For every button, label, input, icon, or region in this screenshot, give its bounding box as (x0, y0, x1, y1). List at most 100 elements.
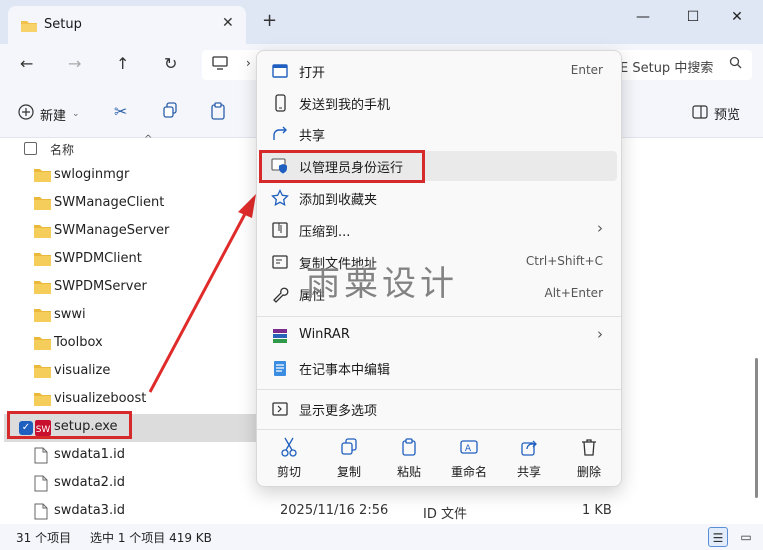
menu-item-label: 打开 (299, 66, 326, 81)
file-name: SWPDMServer (54, 279, 147, 294)
folder-icon (34, 392, 51, 410)
list-item[interactable]: swloginmgr (4, 162, 256, 190)
list-item[interactable]: SWPDMClient (4, 246, 256, 274)
minimize-button[interactable]: — (628, 6, 658, 28)
file-icon (34, 475, 48, 496)
copy-icon[interactable] (162, 102, 178, 122)
action-label: 删除 (576, 465, 601, 479)
maximize-button[interactable]: ☐ (678, 6, 708, 28)
list-item[interactable]: swdata2.id (4, 470, 256, 498)
share-button[interactable]: 共享 (501, 437, 557, 480)
cut-button[interactable]: 剪切 (261, 437, 317, 480)
menu-item-properties[interactable]: 属性 Alt+Enter (261, 279, 617, 309)
cut-icon (261, 437, 317, 459)
folder-icon (34, 364, 51, 382)
address-bar[interactable]: › (202, 50, 262, 80)
new-button[interactable]: 新建 ⌄ (18, 104, 80, 124)
paste-icon[interactable] (210, 102, 226, 124)
tab-close-icon[interactable]: ✕ (222, 15, 234, 31)
refresh-icon[interactable]: ↻ (164, 54, 177, 73)
quick-actions-row: 剪切 复制 粘贴 A 重命名 共享 删除 (257, 433, 621, 485)
file-icon (34, 447, 48, 468)
list-item[interactable]: visualizeboost (4, 386, 256, 414)
chevron-right-icon: › (597, 325, 603, 343)
menu-item-open[interactable]: 打开 Enter (261, 56, 617, 86)
menu-item-label: 添加到收藏夹 (299, 193, 378, 208)
action-label: 复制 (336, 465, 361, 479)
menu-item-edit-notepad[interactable]: 在记事本中编辑 (261, 353, 617, 383)
file-name: SWManageServer (54, 223, 170, 238)
details-view-icon[interactable]: ☰ (708, 527, 728, 547)
search-box[interactable]: E Setup 中搜索 (600, 50, 752, 80)
rename-button[interactable]: A 重命名 (441, 437, 497, 480)
folder-icon (34, 168, 51, 186)
menu-item-shortcut: Enter (570, 63, 603, 77)
file-name: visualize (54, 363, 111, 378)
folder-icon (34, 308, 51, 326)
menu-item-send-to-phone[interactable]: 发送到我的手机 (261, 88, 617, 118)
list-item[interactable]: SWManageClient (4, 190, 256, 218)
paste-button[interactable]: 粘贴 (381, 437, 437, 480)
list-item[interactable]: Toolbox (4, 330, 256, 358)
action-label: 重命名 (450, 465, 487, 479)
share-icon (271, 125, 289, 143)
back-arrow-icon[interactable]: ← (20, 54, 33, 73)
menu-separator (257, 429, 621, 430)
menu-item-shortcut: Ctrl+Shift+C (525, 254, 603, 268)
folder-icon (34, 280, 51, 298)
name-column-header[interactable]: 名称 (50, 141, 74, 158)
menu-item-shortcut: Alt+Enter (544, 286, 603, 300)
new-tab-button[interactable]: + (262, 12, 277, 30)
status-bar: 31 个项目 选中 1 个项目 419 KB ☰ ▭ (0, 524, 763, 550)
search-icon (729, 56, 742, 73)
file-name: visualizeboost (54, 391, 147, 406)
menu-item-label: 复制文件地址 (299, 257, 378, 272)
menu-item-add-favorite[interactable]: 添加到收藏夹 (261, 183, 617, 213)
list-item[interactable]: swdata3.id (4, 498, 256, 526)
tiles-view-icon[interactable]: ▭ (736, 527, 756, 547)
menu-item-label: 显示更多选项 (299, 404, 378, 419)
file-name: SWPDMClient (54, 251, 142, 266)
list-item[interactable]: swwi (4, 302, 256, 330)
preview-button[interactable]: 预览 (692, 104, 740, 123)
menu-item-share[interactable]: 共享 (261, 119, 617, 149)
star-icon (271, 188, 289, 207)
file-name: swdata3.id (54, 503, 125, 518)
forward-arrow-icon[interactable]: → (68, 54, 81, 73)
menu-item-label: 在记事本中编辑 (299, 363, 391, 378)
list-item[interactable]: visualize (4, 358, 256, 386)
copy-icon (321, 437, 377, 459)
menu-item-label: 压缩到... (299, 225, 351, 240)
vertical-scrollbar[interactable] (751, 138, 763, 524)
list-item[interactable]: swdata1.id (4, 442, 256, 470)
trash-icon (561, 437, 617, 459)
list-item[interactable]: SWManageServer (4, 218, 256, 246)
wrench-icon (271, 285, 289, 303)
file-name: swdata1.id (54, 447, 125, 462)
menu-item-winrar[interactable]: WinRAR › (261, 321, 617, 351)
selection-highlight-box (7, 411, 132, 439)
tab-title: Setup (44, 17, 82, 32)
menu-separator (257, 316, 621, 317)
context-menu: 打开 Enter 发送到我的手机 共享 以管理员身份运行 添加到收藏夹 压缩到.… (256, 50, 622, 487)
menu-item-show-more[interactable]: 显示更多选项 (261, 394, 617, 424)
up-arrow-icon[interactable]: ↑ (116, 54, 129, 73)
delete-button[interactable]: 删除 (561, 437, 617, 480)
menu-item-copy-path[interactable]: 复制文件地址 Ctrl+Shift+C (261, 247, 617, 277)
search-input[interactable]: E Setup 中搜索 (620, 57, 720, 76)
menu-item-compress[interactable]: 压缩到... › (261, 215, 617, 245)
cut-icon[interactable]: ✂ (114, 102, 127, 121)
file-name: swdata2.id (54, 475, 125, 490)
select-all-checkbox[interactable] (24, 142, 37, 155)
open-window-icon (271, 62, 289, 80)
list-item[interactable]: SWPDMServer (4, 274, 256, 302)
menu-item-label: WinRAR (299, 327, 350, 342)
svg-text:A: A (465, 444, 472, 454)
folder-icon (34, 196, 51, 214)
rename-icon: A (441, 437, 497, 459)
file-name: swloginmgr (54, 167, 130, 182)
close-window-button[interactable]: ✕ (722, 6, 752, 28)
scrollbar-thumb[interactable] (755, 358, 758, 498)
copy-button[interactable]: 复制 (321, 437, 377, 480)
tab-setup[interactable]: Setup ✕ (8, 6, 246, 44)
